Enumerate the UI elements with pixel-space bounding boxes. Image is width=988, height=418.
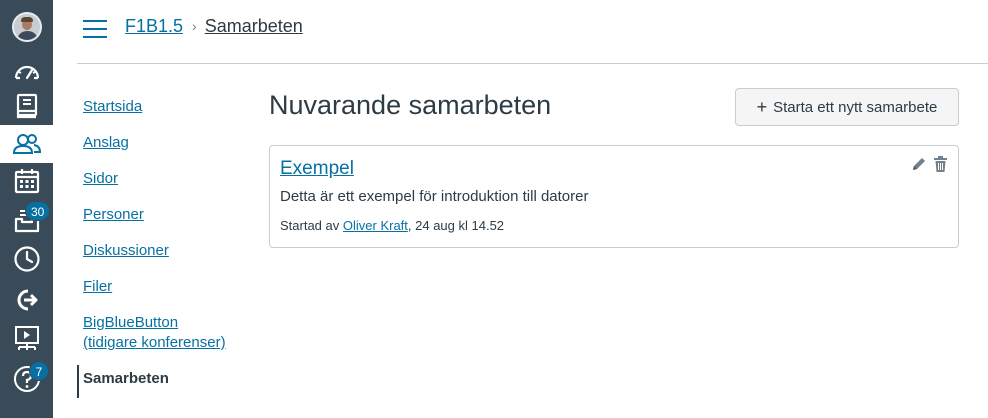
breadcrumb: F1B1.5 › Samarbeten (125, 16, 303, 36)
calendar-button[interactable] (0, 162, 53, 200)
collaboration-card: Exempel Detta är ett exempel för introdu… (269, 145, 959, 248)
help-badge: 7 (29, 361, 49, 381)
course-nav-personer[interactable]: Personer (77, 206, 144, 224)
groups-button[interactable] (0, 125, 53, 163)
course-nav-bigbluebutton-line2[interactable]: (tidigare konferenser) (77, 334, 247, 352)
course-nav-bigbluebutton[interactable]: BigBlueButton (tidigare konferenser) (77, 314, 247, 352)
global-nav: 30 7 (0, 0, 53, 418)
course-nav-bigbluebutton-line1[interactable]: BigBlueButton (77, 314, 247, 332)
calendar-icon (14, 169, 39, 194)
collaboration-title-link[interactable]: Exempel (280, 158, 354, 180)
start-new-collaboration-label: Starta ett nytt samarbete (773, 98, 938, 116)
header-divider (77, 63, 988, 64)
history-icon (13, 246, 40, 272)
app: 30 7 F1B1.5 › Samarbeten Startsida Ansla… (0, 0, 988, 418)
account-button[interactable] (0, 8, 53, 46)
collaboration-actions (911, 156, 948, 172)
studio-button[interactable] (0, 320, 53, 358)
history-button[interactable] (0, 240, 53, 278)
course-nav-filer[interactable]: Filer (77, 278, 112, 296)
dashboard-icon (14, 65, 39, 80)
course-nav-sidor[interactable]: Sidor (77, 170, 118, 188)
plus-icon: + (756, 97, 768, 117)
logout-button[interactable] (0, 281, 53, 319)
start-new-collaboration-button[interactable]: + Starta ett nytt samarbete (735, 88, 959, 126)
course-nav-samarbeten[interactable]: Samarbeten (77, 365, 169, 398)
course-menu-toggle[interactable] (83, 20, 107, 38)
delete-trash-icon[interactable] (933, 156, 948, 172)
collaboration-author-link[interactable]: Oliver Kraft (343, 218, 408, 233)
avatar (11, 12, 42, 42)
courses-button[interactable] (0, 87, 53, 125)
inbox-button[interactable]: 30 (0, 201, 53, 239)
help-button[interactable]: 7 (0, 360, 53, 398)
collaboration-started-by: Startad av (280, 218, 340, 233)
course-nav-anslag[interactable]: Anslag (77, 134, 129, 152)
edit-pencil-icon[interactable] (911, 156, 927, 172)
studio-icon (14, 326, 39, 350)
course-nav-diskussioner[interactable]: Diskussioner (77, 242, 169, 260)
breadcrumb-current[interactable]: Samarbeten (205, 16, 303, 37)
dashboard-button[interactable] (0, 51, 53, 89)
breadcrumb-course-link[interactable]: F1B1.5 (125, 16, 183, 37)
logout-icon (17, 289, 37, 311)
groups-icon (12, 134, 41, 154)
courses-icon (16, 93, 37, 119)
course-nav-startsida[interactable]: Startsida (77, 98, 142, 116)
breadcrumb-separator-icon: › (192, 18, 197, 34)
collaboration-meta: Startad av Oliver Kraft, 24 aug kl 14.52 (280, 218, 504, 233)
collaboration-date: , 24 aug kl 14.52 (407, 218, 505, 233)
collaboration-description: Detta är ett exempel för introduktion ti… (280, 188, 589, 205)
page-title: Nuvarande samarbeten (269, 90, 552, 120)
inbox-badge: 30 (25, 201, 51, 221)
